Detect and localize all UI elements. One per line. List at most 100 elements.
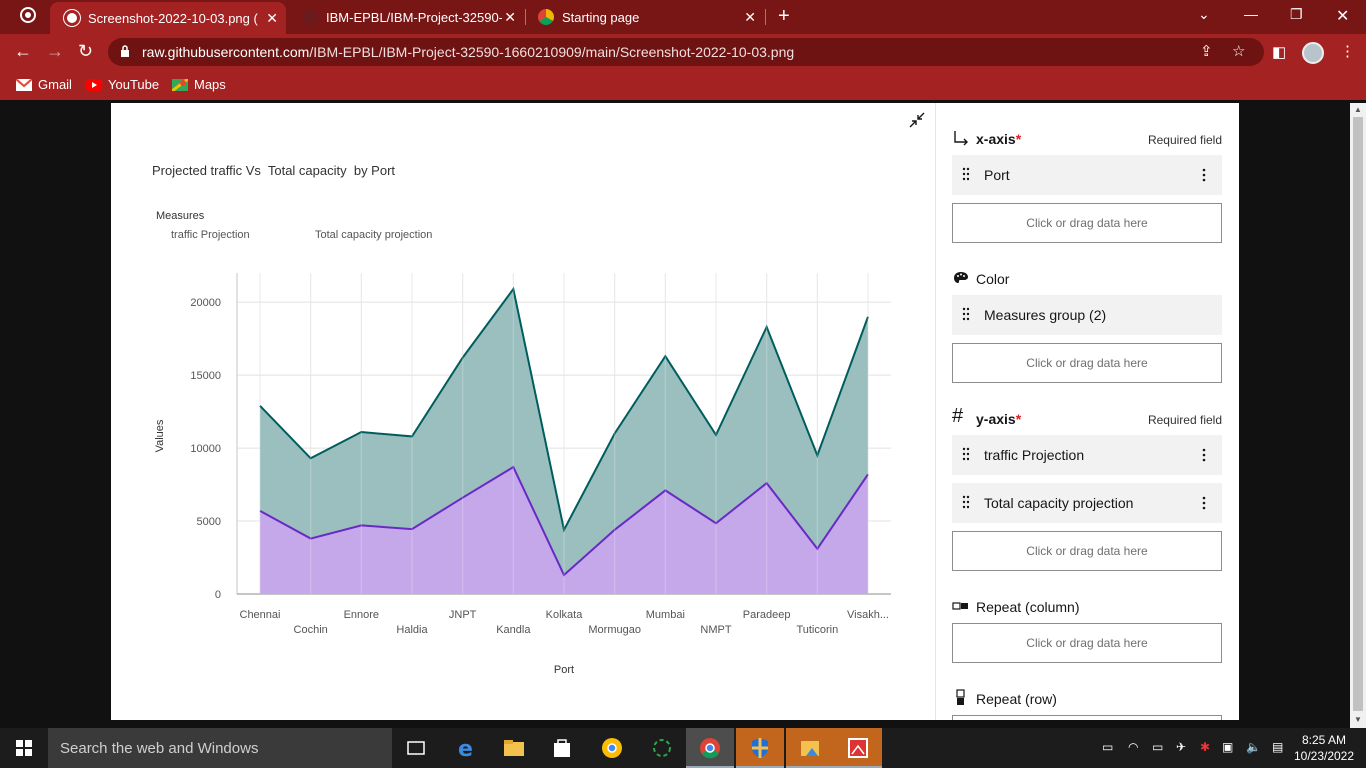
field-label: Measures group (2) bbox=[984, 307, 1107, 323]
github-icon bbox=[302, 9, 318, 25]
minimize-icon[interactable]: — bbox=[1244, 6, 1258, 22]
battery-icon[interactable]: ▭ bbox=[1152, 740, 1163, 754]
x-axis-drop-zone[interactable]: Click or drag data here bbox=[952, 203, 1222, 243]
y-tick-label: 10000 bbox=[190, 443, 221, 455]
chrome-menu-icon[interactable] bbox=[20, 7, 36, 26]
close-tab-icon[interactable]: ✕ bbox=[744, 9, 756, 26]
y-axis-drop-zone[interactable]: Click or drag data here bbox=[952, 531, 1222, 571]
loading-app-icon[interactable] bbox=[638, 728, 686, 768]
bookmark-maps[interactable]: Maps bbox=[172, 77, 226, 92]
browser-toolbar: ← → ↻ raw.githubusercontent.com/IBM-EPBL… bbox=[0, 34, 1366, 70]
repeat-column-title: Repeat (column) bbox=[976, 599, 1080, 615]
taskbar-search-box[interactable]: Search the web and Windows bbox=[48, 728, 392, 768]
app-tray-icon-2[interactable]: ▣ bbox=[1222, 740, 1233, 754]
windows-taskbar: Search the web and Windows e ▭ ◠ ▭ ✈ ✱ ▣… bbox=[0, 728, 1366, 768]
chart-pane: Projected traffic Vs Total capacity by P… bbox=[111, 103, 935, 720]
tab-starting-page[interactable]: Starting page ✕ bbox=[524, 0, 764, 34]
x-tick-label: Paradeep bbox=[743, 609, 791, 621]
chrome-app-icon[interactable] bbox=[588, 728, 636, 768]
x-tick-label: Mumbai bbox=[646, 609, 685, 621]
chrome-running-icon[interactable] bbox=[686, 728, 734, 768]
color-title-label: Color bbox=[976, 271, 1010, 287]
field-label: traffic Projection bbox=[984, 447, 1085, 463]
x-tick-label: Kolkata bbox=[546, 609, 584, 621]
forward-icon[interactable]: → bbox=[46, 41, 64, 62]
back-icon[interactable]: ← bbox=[14, 41, 32, 62]
bookmark-label: Maps bbox=[194, 77, 226, 92]
tab-search-chevron-icon[interactable]: ⌄ bbox=[1198, 6, 1210, 23]
y-axis-field-capacity[interactable]: Total capacity projection bbox=[952, 483, 1222, 523]
y-axis-field-traffic[interactable]: traffic Projection bbox=[952, 435, 1222, 475]
volume-icon[interactable]: 🔈 bbox=[1246, 740, 1261, 754]
wifi-icon[interactable]: ◠ bbox=[1128, 740, 1138, 754]
drag-handle-icon[interactable] bbox=[962, 167, 970, 181]
tab-title: IBM-EPBL/IBM-Project-32590-16 bbox=[326, 9, 502, 25]
app-tray-icon[interactable]: ✱ bbox=[1200, 740, 1210, 754]
more-menu-icon[interactable]: ⋮ bbox=[1340, 42, 1355, 60]
restore-icon[interactable]: ❐ bbox=[1290, 6, 1303, 23]
side-panel-icon[interactable]: ◧ bbox=[1272, 43, 1286, 61]
tab-screenshot[interactable]: Screenshot-2022-10-03.png (112 ✕ bbox=[50, 2, 286, 34]
profile-avatar[interactable] bbox=[1302, 42, 1324, 64]
close-tab-icon[interactable]: ✕ bbox=[266, 10, 278, 27]
x-axis-field-port[interactable]: Port bbox=[952, 155, 1222, 195]
page-scrollbar[interactable]: ▲ ▼ bbox=[1350, 103, 1366, 728]
x-axis-required-text: Required field bbox=[1147, 133, 1222, 147]
windows-start-icon[interactable] bbox=[16, 740, 32, 756]
scroll-down-icon[interactable]: ▼ bbox=[1354, 715, 1362, 724]
color-drop-zone[interactable]: Click or drag data here bbox=[952, 343, 1222, 383]
color-field-measures-group[interactable]: Measures group (2) bbox=[952, 295, 1222, 335]
store-icon[interactable] bbox=[538, 728, 586, 768]
bookmark-gmail[interactable]: Gmail bbox=[16, 77, 72, 92]
new-tab-icon[interactable]: + bbox=[778, 5, 790, 28]
repeat-column-drop-zone[interactable]: Click or drag data here bbox=[952, 623, 1222, 663]
system-clock[interactable]: 8:25 AM 10/23/2022 bbox=[1292, 732, 1356, 764]
scrollbar-thumb[interactable] bbox=[1353, 117, 1363, 711]
share-icon[interactable]: ⇪ bbox=[1200, 42, 1213, 60]
clock-time: 8:25 AM bbox=[1301, 733, 1347, 747]
overflow-menu-icon[interactable] bbox=[1202, 168, 1206, 182]
bookmark-star-icon[interactable]: ☆ bbox=[1232, 42, 1245, 60]
field-wells-panel: x-axis* Required field Port Click or dra… bbox=[936, 103, 1239, 720]
airplane-mode-icon[interactable]: ✈ bbox=[1176, 740, 1186, 754]
screenshot-image: Projected traffic Vs Total capacity by P… bbox=[111, 103, 1239, 720]
image-app-icon[interactable] bbox=[834, 728, 882, 768]
clock-date: 10/23/2022 bbox=[1293, 749, 1355, 763]
legend-item-traffic[interactable]: traffic Projection bbox=[171, 229, 250, 241]
x-axis-title: Port bbox=[554, 664, 574, 676]
bookmark-youtube[interactable]: YouTube bbox=[86, 77, 159, 92]
scroll-up-icon[interactable]: ▲ bbox=[1354, 105, 1362, 114]
collapse-icon[interactable] bbox=[908, 111, 926, 129]
x-axis-title-label: x-axis* bbox=[976, 131, 1022, 147]
file-explorer-running-icon[interactable] bbox=[786, 728, 834, 768]
tab-separator bbox=[765, 9, 766, 25]
security-shield-icon[interactable] bbox=[736, 728, 784, 768]
reload-icon[interactable]: ↻ bbox=[78, 41, 93, 62]
globe-icon bbox=[64, 10, 80, 26]
task-view-icon[interactable] bbox=[392, 728, 440, 768]
bookmarks-bar: Gmail YouTube Maps bbox=[0, 70, 1366, 100]
field-label: Total capacity projection bbox=[984, 495, 1134, 511]
drag-handle-icon[interactable] bbox=[962, 447, 970, 461]
x-tick-label: Chennai bbox=[240, 609, 281, 621]
file-explorer-icon[interactable] bbox=[490, 728, 538, 768]
repeat-column-icon bbox=[952, 602, 968, 610]
close-window-icon[interactable]: ✕ bbox=[1336, 6, 1349, 26]
drag-handle-icon[interactable] bbox=[962, 495, 970, 509]
y-tick-labels: 0 5000 10000 15000 20000 bbox=[190, 297, 221, 601]
close-tab-icon[interactable]: ✕ bbox=[504, 9, 516, 26]
x-tick-label: Tuticorin bbox=[796, 624, 838, 636]
legend-item-capacity[interactable]: Total capacity projection bbox=[315, 229, 432, 241]
x-tick-label: Visakh... bbox=[847, 609, 889, 621]
overflow-menu-icon[interactable] bbox=[1202, 496, 1206, 510]
svg-text:e: e bbox=[458, 737, 473, 760]
drag-handle-icon[interactable] bbox=[962, 307, 970, 321]
edge-icon[interactable]: e bbox=[442, 728, 490, 768]
network-monitor-icon[interactable]: ▭ bbox=[1102, 740, 1113, 754]
tab-github[interactable]: IBM-EPBL/IBM-Project-32590-16 ✕ bbox=[288, 0, 524, 34]
overflow-menu-icon[interactable] bbox=[1202, 448, 1206, 462]
address-bar[interactable]: raw.githubusercontent.com/IBM-EPBL/IBM-P… bbox=[108, 38, 1264, 66]
repeat-row-drop-zone[interactable] bbox=[952, 715, 1222, 720]
browser-tab-strip: Screenshot-2022-10-03.png (112 ✕ IBM-EPB… bbox=[0, 0, 1366, 34]
notifications-icon[interactable]: ▤ bbox=[1272, 740, 1283, 754]
